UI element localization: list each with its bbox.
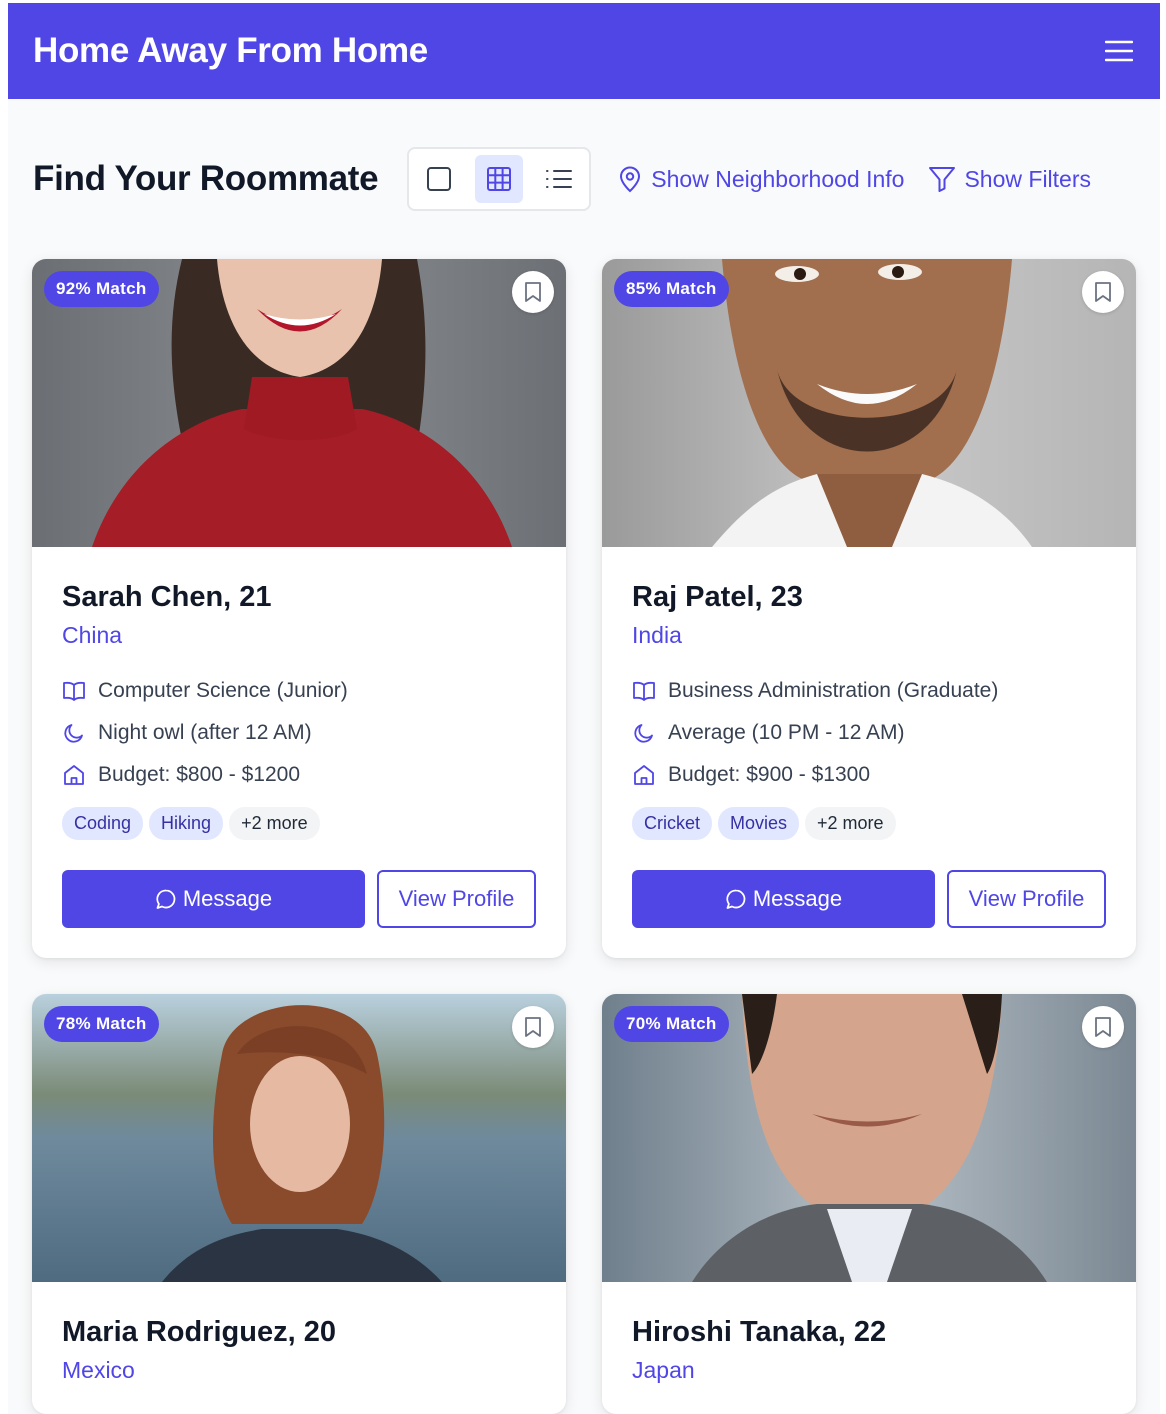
message-label: Message <box>752 886 843 911</box>
view-profile-button[interactable]: View Profile <box>377 870 536 928</box>
page-title: Find Your Roommate <box>33 159 379 198</box>
sleep-row: Average (10 PM - 12 AM) <box>632 721 1106 745</box>
major-text: Business Administration (Graduate) <box>668 679 999 702</box>
filters-label: Show Filters <box>964 165 1092 192</box>
filter-icon <box>929 167 956 192</box>
chat-bubble-icon <box>726 889 746 909</box>
roommate-country: Japan <box>632 1357 695 1383</box>
roommate-country: India <box>632 622 682 648</box>
view-toggle <box>407 147 592 211</box>
message-button[interactable]: Message <box>62 870 365 928</box>
interest-tag: Coding <box>62 807 144 840</box>
app-frame: Home Away From Home Find Your Roommate S… <box>8 3 1160 1414</box>
show-neighborhood-info-button[interactable]: Show Neighborhood Info <box>617 165 904 193</box>
neighborhood-label: Show Neighborhood Info <box>651 165 905 192</box>
profile-photo: 85% Match <box>602 259 1136 547</box>
match-badge: 78% Match <box>44 1006 159 1042</box>
sleep-text: Average (10 PM - 12 AM) <box>668 721 905 744</box>
roommate-card: 92% Match Sarah Chen, 21 China Computer … <box>32 259 566 958</box>
major-row: Business Administration (Graduate) <box>632 679 1106 703</box>
book-icon <box>633 681 655 701</box>
moon-icon <box>634 724 653 743</box>
profile-photo: 92% Match <box>32 259 566 547</box>
match-badge: 85% Match <box>614 271 729 307</box>
app-title[interactable]: Home Away From Home <box>33 31 428 71</box>
interest-tag: Hiking <box>149 807 224 840</box>
profile-photo: 78% Match <box>32 994 566 1282</box>
roommate-name: Hiroshi Tanaka, 22 <box>632 1316 887 1348</box>
budget-row: Budget: $900 - $1300 <box>632 763 1106 787</box>
bookmark-button[interactable] <box>1082 1006 1124 1048</box>
show-filters-button[interactable]: Show Filters <box>928 165 1091 193</box>
interest-tag: Movies <box>718 807 800 840</box>
home-icon <box>64 765 84 785</box>
more-tags[interactable]: +2 more <box>805 807 896 840</box>
bookmark-button[interactable] <box>512 271 554 313</box>
bookmark-icon <box>525 282 541 302</box>
budget-text: Budget: $800 - $1200 <box>98 763 301 786</box>
grid-view-icon <box>487 167 512 191</box>
home-icon <box>634 765 654 785</box>
moon-icon <box>64 724 83 743</box>
bookmark-icon <box>525 1017 541 1037</box>
single-view-button[interactable] <box>415 155 463 203</box>
budget-row: Budget: $800 - $1200 <box>62 763 536 787</box>
bookmark-icon <box>1095 282 1111 302</box>
match-badge: 92% Match <box>44 271 159 307</box>
book-icon <box>63 681 85 701</box>
sleep-text: Night owl (after 12 AM) <box>98 721 312 744</box>
message-button[interactable]: Message <box>632 870 935 928</box>
map-pin-icon <box>620 166 641 193</box>
roommate-country: Mexico <box>62 1357 135 1383</box>
single-view-icon <box>427 167 452 191</box>
hamburger-menu-icon[interactable] <box>1102 34 1136 68</box>
grid-view-button[interactable] <box>475 155 524 203</box>
list-view-button[interactable] <box>535 155 583 203</box>
list-view-icon <box>546 170 573 188</box>
chat-bubble-icon <box>156 889 176 909</box>
roommate-card: 85% Match Raj Patel, 23 India Business A… <box>602 259 1136 958</box>
roommate-country: China <box>62 622 123 648</box>
interest-tags: Coding Hiking +2 more <box>62 807 536 840</box>
roommate-grid: 92% Match Sarah Chen, 21 China Computer … <box>32 259 1136 1414</box>
message-label: Message <box>182 886 273 911</box>
roommate-name: Raj Patel, 23 <box>632 581 803 613</box>
bookmark-icon <box>1095 1017 1111 1037</box>
roommate-card: 78% Match Maria Rodriguez, 20 Mexico <box>32 994 566 1414</box>
toolbar: Find Your Roommate Show Neighborhood Inf… <box>33 147 1144 211</box>
top-navbar: Home Away From Home <box>8 3 1160 99</box>
interest-tags: Cricket Movies +2 more <box>632 807 1106 840</box>
view-profile-button[interactable]: View Profile <box>947 870 1106 928</box>
profile-photo: 70% Match <box>602 994 1136 1282</box>
roommate-card: 70% Match Hiroshi Tanaka, 22 Japan <box>602 994 1136 1414</box>
major-row: Computer Science (Junior) <box>62 679 536 703</box>
match-badge: 70% Match <box>614 1006 729 1042</box>
interest-tag: Cricket <box>632 807 713 840</box>
bookmark-button[interactable] <box>512 1006 554 1048</box>
budget-text: Budget: $900 - $1300 <box>668 763 871 786</box>
more-tags[interactable]: +2 more <box>229 807 320 840</box>
roommate-name: Maria Rodriguez, 20 <box>62 1316 336 1348</box>
sleep-row: Night owl (after 12 AM) <box>62 721 536 745</box>
bookmark-button[interactable] <box>1082 271 1124 313</box>
roommate-name: Sarah Chen, 21 <box>62 581 272 613</box>
major-text: Computer Science (Junior) <box>98 679 348 702</box>
